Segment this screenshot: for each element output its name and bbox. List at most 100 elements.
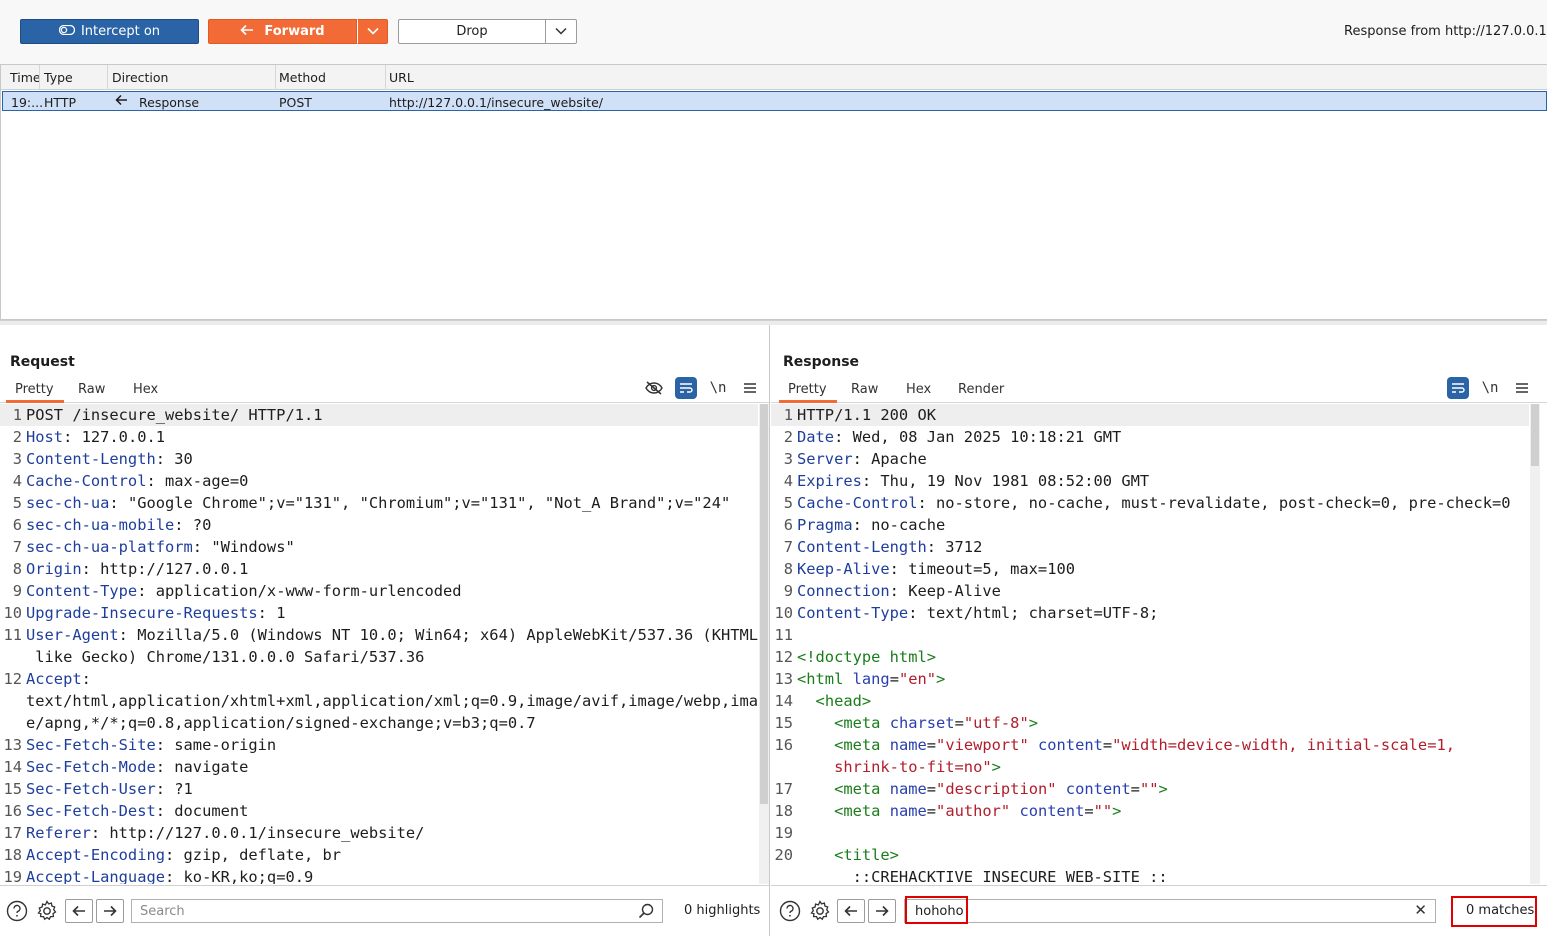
cell-direction: Response — [139, 95, 200, 110]
code-line: 12 <!doctype html> — [771, 646, 1529, 668]
drop-dropdown-button[interactable] — [545, 19, 577, 44]
code-token: : 3712 — [926, 538, 983, 556]
line-number: 9 — [783, 582, 793, 600]
search-icon[interactable] — [638, 903, 654, 923]
code-line: 9 Connection: Keep-Alive — [771, 580, 1529, 602]
tab-pretty[interactable]: Pretty — [788, 382, 827, 397]
tab-raw[interactable]: Raw — [851, 382, 878, 397]
line-number: 1 — [783, 406, 793, 424]
code-token: <!doctype html> — [797, 648, 936, 666]
newline-icon[interactable]: \n — [707, 377, 729, 399]
eye-slash-icon[interactable] — [643, 377, 665, 399]
code-token: : Wed, 08 Jan 2025 10:18:21 GMT — [834, 428, 1122, 446]
code-line: 3 Server: Apache — [771, 448, 1529, 470]
request-search-input[interactable] — [138, 903, 615, 920]
previous-match-button[interactable] — [65, 899, 93, 923]
cell-method: POST — [279, 95, 312, 110]
code-token: > — [1112, 802, 1122, 820]
tab-hex[interactable]: Hex — [906, 382, 931, 397]
line-number: 13 — [3, 736, 22, 754]
code-line: 8 Origin: http://127.0.0.1 — [0, 558, 758, 580]
code-line: 14 Sec-Fetch-Mode: navigate — [0, 756, 758, 778]
header-value: : http://127.0.0.1 — [81, 560, 249, 578]
column-header-url[interactable]: URL — [389, 70, 414, 85]
response-editor-tools: \n — [1447, 377, 1533, 399]
word-wrap-icon[interactable] — [675, 377, 697, 399]
line-number: 5 — [783, 494, 793, 512]
code-token: <html — [797, 670, 853, 688]
tab-hex[interactable]: Hex — [133, 382, 158, 397]
help-icon[interactable] — [779, 900, 801, 922]
tab-raw[interactable]: Raw — [78, 382, 105, 397]
active-tab-indicator — [6, 400, 64, 403]
intercept-toolbar: Intercept on Forward Drop Response from … — [0, 0, 1547, 64]
line-number: 15 — [774, 714, 793, 732]
forward-button[interactable]: Forward — [208, 19, 357, 44]
tab-render[interactable]: Render — [958, 382, 1004, 397]
request-search-field — [131, 899, 663, 923]
code-line: 18 Accept-Encoding: gzip, deflate, br — [0, 844, 758, 866]
clear-icon[interactable]: ✕ — [1414, 901, 1427, 919]
header-value: : http://127.0.0.1/insecure_website/ — [90, 824, 425, 842]
gear-icon[interactable] — [809, 900, 831, 922]
gear-icon[interactable] — [36, 900, 58, 922]
previous-match-button[interactable] — [837, 899, 865, 923]
forward-dropdown-button[interactable] — [357, 19, 388, 44]
menu-icon[interactable] — [1511, 377, 1533, 399]
response-title: Response — [783, 354, 860, 370]
word-wrap-icon[interactable] — [1447, 377, 1469, 399]
request-scrollbar[interactable] — [759, 404, 769, 884]
column-header-time[interactable]: Time — [10, 70, 41, 85]
code-token: "width=device-width, initial-scale=1, — [1112, 736, 1455, 754]
next-match-button[interactable] — [96, 899, 124, 923]
code-line: 9 Content-Type: application/x-www-form-ur… — [0, 580, 758, 602]
code-line: 1 HTTP/1.1 200 OK — [771, 404, 1529, 426]
column-header-type[interactable]: Type — [44, 70, 73, 85]
arrow-left-icon — [240, 24, 254, 40]
line-number: 15 — [3, 780, 22, 798]
code-token: name — [889, 780, 927, 798]
line-number: 3 — [783, 450, 793, 468]
response-pane: Response Pretty Raw Hex Render \n 1 HTTP/… — [771, 325, 1547, 936]
request-editor[interactable]: 1 POST /insecure_website/ HTTP/1.1 2 Host: … — [0, 404, 758, 884]
next-match-button[interactable] — [868, 899, 896, 923]
code-token: = — [926, 802, 937, 820]
response-scrollbar[interactable] — [1530, 404, 1540, 884]
column-header-method[interactable]: Method — [279, 70, 326, 85]
code-line: 7 sec-ch-ua-platform: "Windows" — [0, 536, 758, 558]
line-number: 6 — [12, 516, 22, 534]
column-header-direction[interactable]: Direction — [112, 70, 168, 85]
tab-pretty[interactable]: Pretty — [15, 382, 54, 397]
cell-url: http://127.0.0.1/insecure_website/ — [389, 95, 603, 110]
code-line: 10 Upgrade-Insecure-Requests: 1 — [0, 602, 758, 624]
code-line: 16 Sec-Fetch-Dest: document — [0, 800, 758, 822]
forward-label: Forward — [264, 24, 325, 39]
response-search-input[interactable] — [913, 903, 1390, 920]
header-value: : max-age=0 — [146, 472, 249, 490]
code-token: <meta — [834, 780, 890, 798]
menu-icon[interactable] — [739, 377, 761, 399]
scroll-thumb[interactable] — [760, 404, 768, 804]
code-line: 17 <meta name="description" content=""> — [771, 778, 1529, 800]
scroll-thumb[interactable] — [1531, 404, 1539, 466]
header-value: : ?1 — [155, 780, 193, 798]
help-icon[interactable] — [6, 900, 28, 922]
response-editor[interactable]: 1 HTTP/1.1 200 OK 2 Date: Wed, 08 Jan 2025 … — [771, 404, 1529, 884]
table-row[interactable]: 19:... HTTP Response POST http://127.0.0… — [2, 91, 1547, 111]
drop-button[interactable]: Drop — [398, 19, 546, 44]
header-value: text/html,application/xhtml+xml,applicat… — [26, 692, 758, 710]
code-token: shrink-to-fit=no" — [834, 758, 992, 776]
code-line: text/html,application/xhtml+xml,applicat… — [0, 690, 758, 712]
newline-icon[interactable]: \n — [1479, 377, 1501, 399]
header-name: User-Agent — [26, 626, 119, 644]
header-value: : "Google Chrome";v="131", "Chromium";v=… — [109, 494, 731, 512]
line-number: 11 — [3, 626, 22, 644]
intercept-toggle-button[interactable]: Intercept on — [20, 19, 199, 44]
line-number: 12 — [3, 670, 22, 688]
arrow-left-icon — [115, 94, 128, 109]
code-token: Date — [797, 428, 835, 446]
code-line: 13 <html lang="en"> — [771, 668, 1529, 690]
